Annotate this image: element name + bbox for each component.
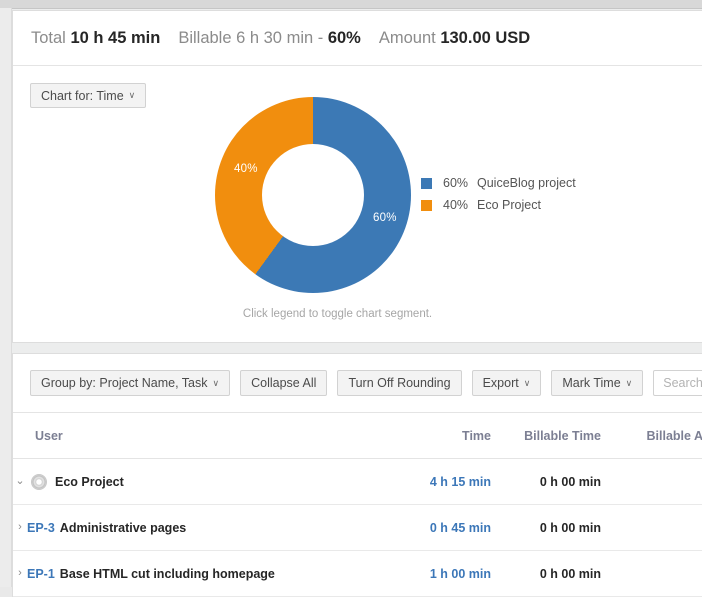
project-avatar-icon xyxy=(31,473,47,490)
page-left-gutter xyxy=(0,8,12,587)
donut-slice-label-eco: 40% xyxy=(234,163,258,175)
turn-off-rounding-button[interactable]: Turn Off Rounding xyxy=(337,370,462,396)
chevron-right-icon[interactable]: › xyxy=(13,568,27,579)
table-row[interactable]: › EP-1 Base HTML cut including homepage … xyxy=(13,550,702,597)
legend-swatch-quiceblog xyxy=(421,177,432,189)
legend-item-eco[interactable]: 40% Eco Project xyxy=(421,194,576,216)
row-billable-amount-cell xyxy=(601,504,702,551)
export-dropdown[interactable]: Export ∨ xyxy=(471,370,542,396)
donut-slice-label-quiceblog: 60% xyxy=(373,212,397,224)
turn-off-rounding-label: Turn Off Rounding xyxy=(348,376,451,390)
search-input[interactable] xyxy=(653,370,702,396)
chart-hint-text: Click legend to toggle chart segment. xyxy=(242,308,433,320)
row-user-cell: ⌄ Eco Project xyxy=(13,458,413,505)
row-user-cell: › EP-3 Administrative pages xyxy=(13,504,413,551)
column-header-billable-amount[interactable]: Billable A xyxy=(601,412,702,459)
table-row[interactable]: ⌄ Eco Project 4 h 15 min 0 h 00 min xyxy=(13,458,702,505)
chart-for-label: Chart for: Time xyxy=(41,88,124,103)
task-name[interactable]: Base HTML cut including homepage xyxy=(60,567,275,581)
summary-total: Total 10 h 45 min xyxy=(31,29,160,48)
chart-for-dropdown-wrap: Chart for: Time ∨ xyxy=(30,83,147,108)
legend-name-quiceblog: QuiceBlog project xyxy=(477,176,576,190)
mark-time-dropdown[interactable]: Mark Time ∨ xyxy=(551,370,644,396)
report-table: User Time Billable Time Billable A ⌄ Eco… xyxy=(13,412,702,597)
donut-chart: 60% 40% xyxy=(215,97,411,293)
task-name[interactable]: Administrative pages xyxy=(60,521,186,535)
row-billable-amount-cell xyxy=(601,550,702,597)
collapse-all-button[interactable]: Collapse All xyxy=(240,370,328,396)
report-page: Total 10 h 45 min Billable 6 h 30 min - … xyxy=(0,0,702,597)
chevron-right-icon[interactable]: › xyxy=(13,522,27,533)
row-time-cell: 1 h 00 min xyxy=(413,550,491,597)
export-label: Export xyxy=(482,376,519,390)
column-header-billable-time[interactable]: Billable Time xyxy=(491,412,601,459)
chevron-down-icon: ∨ xyxy=(128,90,136,100)
chart-card: Total 10 h 45 min Billable 6 h 30 min - … xyxy=(12,10,702,343)
task-key[interactable]: EP-3 xyxy=(27,521,55,535)
time-value[interactable]: 1 h 00 min xyxy=(430,567,491,581)
summary-amount-label: Amount xyxy=(378,28,436,47)
legend-swatch-eco xyxy=(421,199,432,211)
chevron-down-icon[interactable]: ⌄ xyxy=(13,476,27,487)
row-billable-time-cell: 0 h 00 min xyxy=(491,504,601,551)
report-toolbar: Group by: Project Name, Task ∨ Collapse … xyxy=(13,354,702,412)
legend-name-eco: Eco Project xyxy=(477,198,541,212)
row-user-cell: › EP-1 Base HTML cut including homepage xyxy=(13,550,413,597)
donut-hole xyxy=(262,144,364,246)
row-time-cell: 4 h 15 min xyxy=(413,458,491,505)
summary-amount-value: 130.00 USD xyxy=(440,28,531,47)
chart-hint: Click legend to toggle chart segment. xyxy=(13,308,702,320)
legend-pct-eco: 40% xyxy=(443,198,469,212)
chart-legend: 60% QuiceBlog project 40% Eco Project xyxy=(421,172,576,216)
report-table-card: Group by: Project Name, Task ∨ Collapse … xyxy=(12,353,702,597)
summary-billable-label: Billable 6 h 30 min - xyxy=(178,28,328,47)
summary-billable-pct: 60% xyxy=(327,28,361,47)
time-value[interactable]: 4 h 15 min xyxy=(430,475,491,489)
window-top-strip xyxy=(0,0,702,9)
chevron-down-icon: ∨ xyxy=(625,377,633,388)
legend-pct-quiceblog: 60% xyxy=(443,176,469,190)
project-name[interactable]: Eco Project xyxy=(55,475,124,489)
row-billable-time-cell: 0 h 00 min xyxy=(491,550,601,597)
summary-billable: Billable 6 h 30 min - 60% xyxy=(178,29,361,48)
column-header-time[interactable]: Time xyxy=(413,412,491,459)
group-by-label: Group by: Project Name, Task xyxy=(41,376,208,390)
row-time-cell: 0 h 45 min xyxy=(413,504,491,551)
chart-body: Chart for: Time ∨ 60% 40% 60% QuiceBlog … xyxy=(13,66,702,342)
collapse-all-label: Collapse All xyxy=(251,376,317,390)
chart-for-dropdown[interactable]: Chart for: Time ∨ xyxy=(30,83,147,108)
time-value[interactable]: 0 h 45 min xyxy=(430,521,491,535)
table-row[interactable]: › EP-3 Administrative pages 0 h 45 min 0… xyxy=(13,504,702,551)
row-billable-time-cell: 0 h 00 min xyxy=(491,458,601,505)
mark-time-label: Mark Time xyxy=(562,376,621,390)
chevron-down-icon: ∨ xyxy=(212,377,220,388)
row-billable-amount-cell xyxy=(601,458,702,505)
legend-item-quiceblog[interactable]: 60% QuiceBlog project xyxy=(421,172,576,194)
summary-total-label: Total xyxy=(31,28,66,47)
chevron-down-icon: ∨ xyxy=(523,377,531,388)
group-by-dropdown[interactable]: Group by: Project Name, Task ∨ xyxy=(30,370,231,396)
summary-total-value: 10 h 45 min xyxy=(70,28,161,47)
table-header-row: User Time Billable Time Billable A xyxy=(13,412,702,459)
task-key[interactable]: EP-1 xyxy=(27,567,55,581)
column-header-user[interactable]: User xyxy=(13,412,413,459)
summary-amount: Amount 130.00 USD xyxy=(379,29,530,48)
summary-bar: Total 10 h 45 min Billable 6 h 30 min - … xyxy=(13,11,702,66)
